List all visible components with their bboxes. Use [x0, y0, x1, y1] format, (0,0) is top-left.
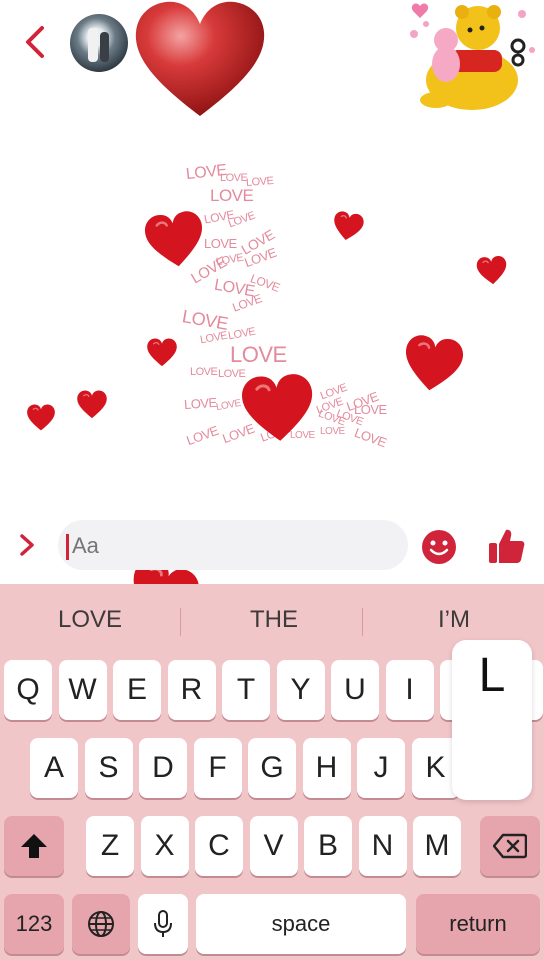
avatar-figure	[100, 32, 109, 62]
key-d[interactable]: D	[139, 738, 187, 798]
text-caret	[66, 534, 69, 560]
suggestion-3[interactable]: I’M	[438, 606, 470, 634]
suggestion-divider	[180, 608, 181, 636]
message-input-wrapper[interactable]	[58, 520, 408, 570]
winnie-the-pooh-sticker	[410, 3, 535, 110]
smiley-emoji-icon[interactable]	[420, 528, 458, 566]
key-y[interactable]: Y	[276, 660, 325, 720]
heart-icon	[144, 211, 203, 267]
key-e[interactable]: E	[113, 660, 161, 720]
avatar-figure	[88, 28, 98, 62]
key-n[interactable]: N	[358, 816, 407, 876]
love-word: LOVE	[320, 426, 345, 437]
key-g[interactable]: G	[248, 738, 296, 798]
suggestion-1[interactable]: LOVE	[58, 606, 122, 634]
thumbs-up-icon[interactable]	[486, 526, 526, 566]
key-a[interactable]: A	[30, 738, 78, 798]
globe-icon	[88, 911, 114, 937]
dictation-key[interactable]	[138, 894, 188, 954]
delete-key[interactable]	[480, 816, 540, 876]
key-b[interactable]: B	[304, 816, 352, 876]
delete-icon	[493, 833, 527, 859]
heart-icon	[27, 404, 55, 431]
key-u[interactable]: U	[331, 660, 379, 720]
key-preview-popup: L	[452, 640, 532, 800]
love-word: LOVE	[352, 424, 389, 451]
love-word: LOVE	[215, 397, 242, 414]
suggestion-2[interactable]: THE	[250, 606, 298, 634]
key-v[interactable]: V	[249, 816, 298, 876]
love-word: LOVE	[227, 325, 257, 343]
key-h[interactable]: H	[302, 738, 351, 798]
key-j[interactable]: J	[357, 738, 405, 798]
chevron-right-icon[interactable]	[16, 532, 38, 558]
numbers-key[interactable]: 123	[4, 894, 64, 954]
love-word: LOVE	[204, 236, 237, 251]
chat-header	[0, 0, 544, 116]
heart-icon	[476, 255, 507, 285]
suggestion-divider	[362, 608, 363, 636]
globe-key[interactable]	[72, 894, 130, 954]
key-c[interactable]: C	[195, 816, 243, 876]
heart-icon	[405, 335, 464, 391]
love-word: LOVE	[183, 394, 218, 413]
key-i[interactable]: I	[385, 660, 434, 720]
love-word: LOVE	[220, 172, 248, 184]
large-heart-sticker	[135, 1, 265, 116]
key-m[interactable]: M	[413, 816, 461, 876]
shift-key[interactable]	[4, 816, 64, 876]
heart-icon	[147, 338, 177, 367]
key-z[interactable]: Z	[86, 816, 134, 876]
key-f[interactable]: F	[193, 738, 242, 798]
shift-icon	[21, 834, 47, 858]
chevron-left-icon[interactable]	[20, 22, 50, 62]
love-word: LOVE	[184, 422, 221, 449]
key-x[interactable]: X	[140, 816, 189, 876]
key-s[interactable]: S	[84, 738, 133, 798]
space-key[interactable]: space	[196, 894, 406, 954]
heart-icon	[77, 390, 107, 419]
key-t[interactable]: T	[222, 660, 270, 720]
microphone-icon	[154, 910, 172, 937]
heart-icon	[242, 374, 313, 441]
key-q[interactable]: Q	[4, 660, 52, 720]
key-w[interactable]: W	[58, 660, 107, 720]
love-word: LOVE	[210, 186, 254, 205]
love-word: LOVE	[199, 329, 229, 347]
return-key[interactable]: return	[416, 894, 540, 954]
avatar[interactable]	[70, 14, 128, 72]
heart-icon	[334, 211, 364, 240]
message-input[interactable]	[72, 533, 372, 559]
love-word: LOVE	[190, 366, 218, 378]
love-word: LOVE	[230, 342, 287, 367]
message-composer	[0, 514, 544, 576]
key-r[interactable]: R	[167, 660, 216, 720]
